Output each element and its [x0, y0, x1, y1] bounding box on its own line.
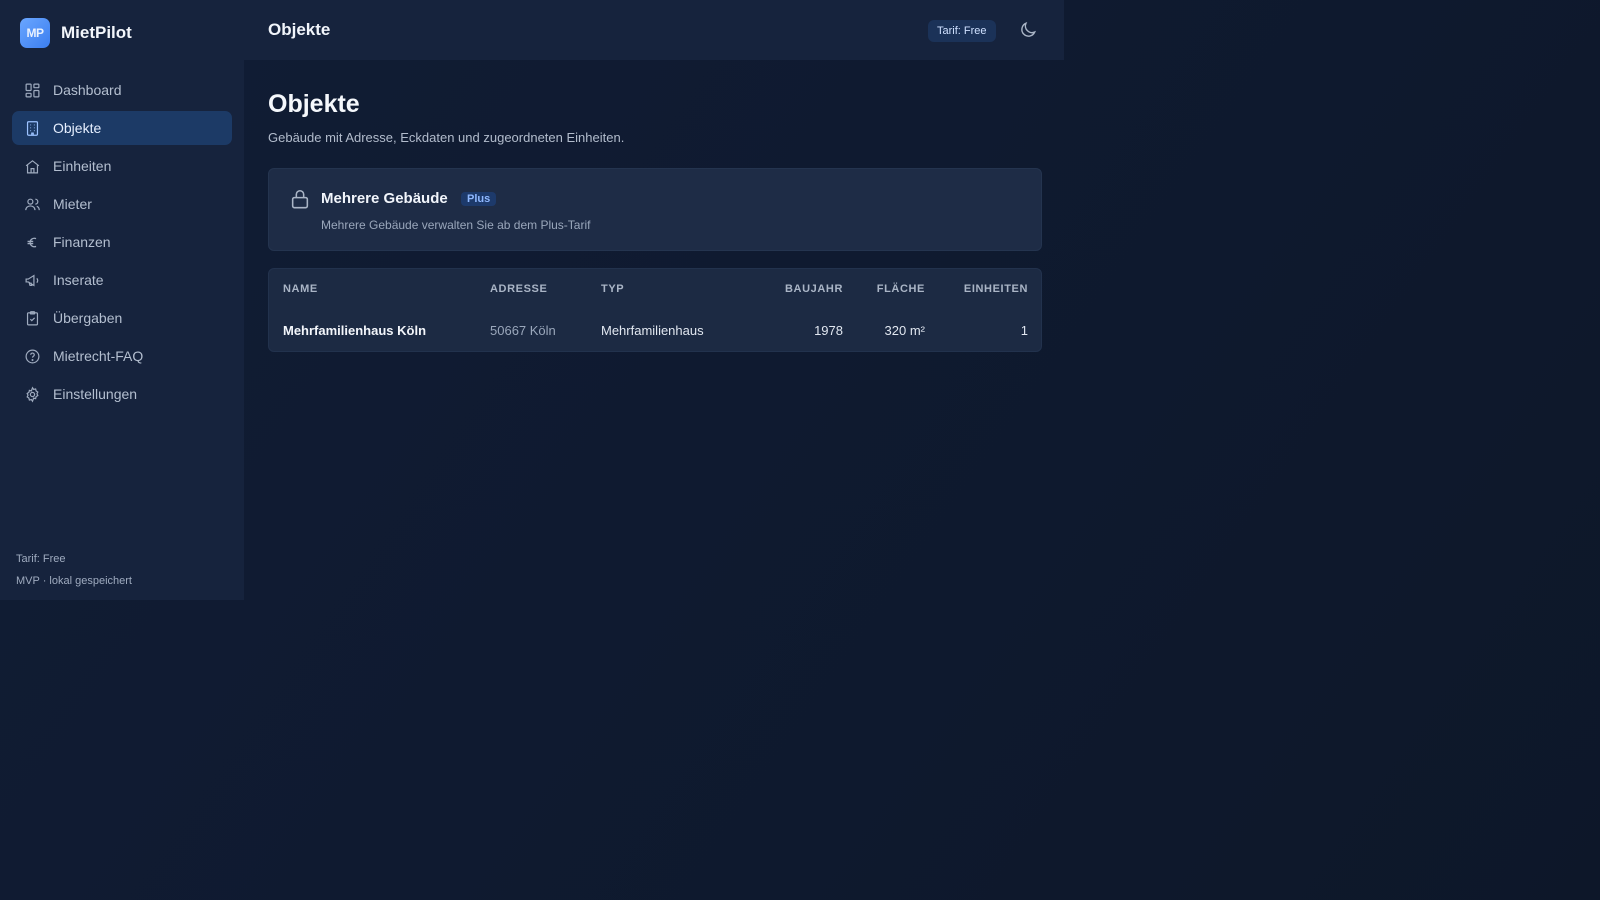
- column-header-year[interactable]: BAUJAHR: [785, 283, 843, 295]
- sidebar-footer: Tarif: Free MVP · lokal gespeichert: [16, 548, 132, 592]
- sidebar-item-label: Mieter: [53, 196, 92, 212]
- upsell-description: Mehrere Gebäude verwalten Sie ab dem Plu…: [321, 218, 591, 232]
- home-icon: [25, 159, 40, 173]
- column-header-address[interactable]: ADRESSE: [490, 283, 547, 295]
- cell-type: Mehrfamilienhaus: [601, 323, 704, 338]
- sidebar-item-label: Finanzen: [53, 234, 111, 250]
- lock-icon: [291, 189, 309, 209]
- plus-badge: Plus: [461, 192, 497, 206]
- upsell-card[interactable]: Mehrere Gebäude Plus Mehrere Gebäude ver…: [268, 168, 1042, 251]
- gear-icon: [26, 385, 39, 403]
- dashboard-icon: [25, 83, 40, 97]
- column-header-type[interactable]: TYP: [601, 283, 624, 295]
- page-title: Objekte: [268, 90, 360, 118]
- sidebar-item-label: Übergaben: [53, 310, 123, 326]
- sidebar-item-label: Einstellungen: [53, 386, 138, 402]
- sidebar-item-label: Einheiten: [53, 158, 112, 174]
- sidebar-item-label: Mietrecht-FAQ: [53, 348, 144, 364]
- moon-icon[interactable]: [1018, 20, 1038, 40]
- sidebar-item-dashboard[interactable]: Dashboard: [12, 73, 232, 107]
- upsell-title: Mehrere Gebäude: [321, 190, 448, 207]
- column-header-units[interactable]: EINHEITEN: [964, 283, 1028, 295]
- topbar-title: Objekte: [268, 20, 331, 39]
- sidebar-plan: Tarif: Free: [16, 553, 66, 565]
- sidebar-item-einstellungen[interactable]: Einstellungen: [12, 377, 232, 411]
- sidebar-item-finanzen[interactable]: Finanzen: [12, 225, 232, 259]
- page-subtitle: Gebäude mit Adresse, Eckdaten und zugeor…: [268, 130, 625, 145]
- sidebar-item-label: Dashboard: [53, 82, 122, 98]
- sidebar-item-uebergaben[interactable]: Übergaben: [12, 301, 232, 335]
- megaphone-icon: [25, 273, 39, 287]
- sidebar: MP MietPilot Dashboard Objekte Einheiten…: [0, 0, 244, 600]
- column-header-name[interactable]: NAME: [283, 283, 318, 295]
- topbar: Objekte Tarif: Free: [244, 0, 1064, 60]
- sidebar-item-mietrecht-faq[interactable]: Mietrecht-FAQ: [12, 339, 232, 373]
- cell-address: 50667 Köln: [490, 323, 556, 338]
- sidebar-item-label: Objekte: [53, 120, 102, 136]
- sidebar-storage-note: MVP · lokal gespeichert: [16, 575, 132, 587]
- sidebar-item-mieter[interactable]: Mieter: [12, 187, 232, 221]
- clipboard-icon: [26, 310, 39, 325]
- sidebar-item-inserate[interactable]: Inserate: [12, 263, 232, 297]
- brand[interactable]: MP MietPilot: [20, 18, 132, 48]
- help-circle-icon: [25, 349, 40, 363]
- sidebar-item-label: Inserate: [53, 272, 104, 288]
- objects-table: NAME ADRESSE TYP BAUJAHR FLÄCHE EINHEITE…: [268, 268, 1042, 352]
- building-icon: [26, 120, 39, 136]
- cell-units: 1: [1020, 323, 1028, 338]
- euro-icon: [27, 237, 37, 247]
- column-header-area[interactable]: FLÄCHE: [877, 283, 925, 295]
- users-icon: [25, 198, 40, 210]
- sidebar-nav: Dashboard Objekte Einheiten Mieter Finan…: [12, 73, 232, 415]
- sidebar-item-einheiten[interactable]: Einheiten: [12, 149, 232, 183]
- brand-logo: MP: [20, 18, 50, 48]
- tariff-badge: Tarif: Free: [928, 20, 996, 42]
- sidebar-item-objekte[interactable]: Objekte: [12, 111, 232, 145]
- brand-name: MietPilot: [61, 23, 132, 42]
- cell-name[interactable]: Mehrfamilienhaus Köln: [283, 323, 426, 338]
- cell-area: 320 m²: [884, 323, 925, 338]
- cell-year: 1978: [814, 323, 843, 338]
